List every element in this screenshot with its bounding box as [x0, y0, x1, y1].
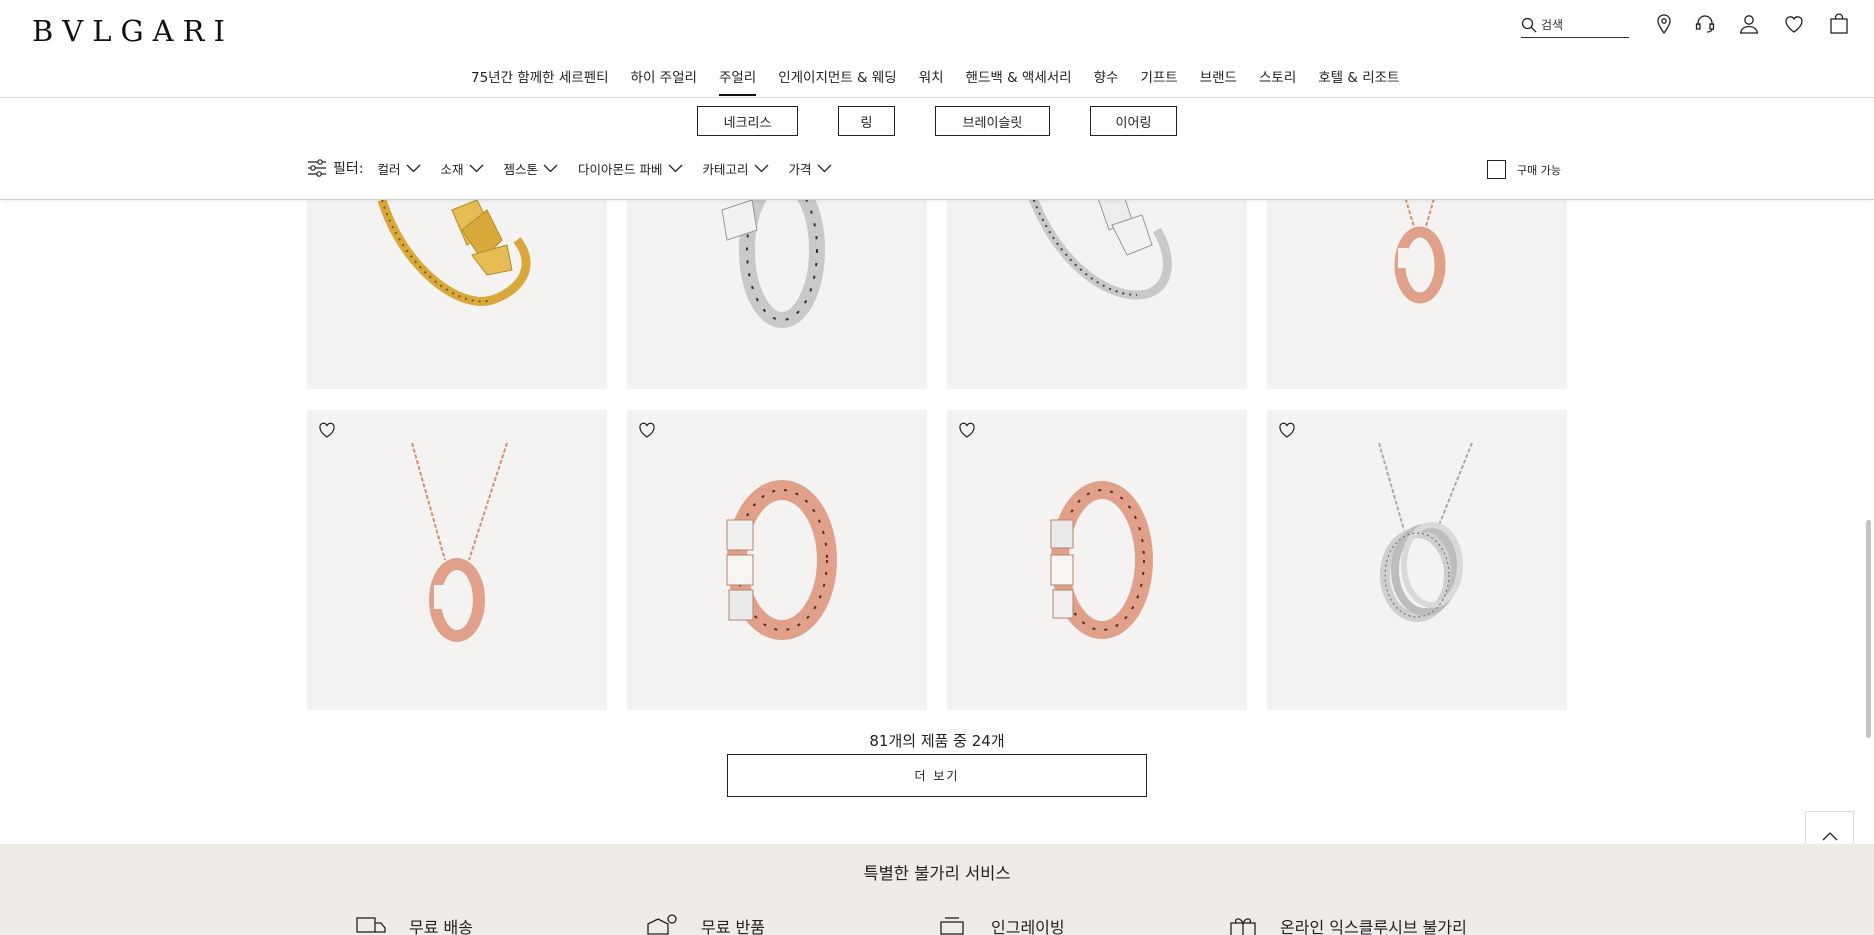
- filter-color-dropdown[interactable]: 컬러: [377, 159, 420, 178]
- page-scrollbar[interactable]: [1866, 520, 1871, 738]
- product-card[interactable]: [1267, 410, 1567, 710]
- category-filter-bar: 네크리스 링 브레이슬릿 이어링 필터: 컬러 소재 젬스톤 다이아몬드 파베 …: [0, 98, 1874, 200]
- purchasable-label: 구매 가능: [1517, 163, 1561, 177]
- services-title: 특별한 불가리 서비스: [863, 864, 1011, 883]
- search-icon: [1521, 17, 1537, 32]
- nav-item-jewelry[interactable]: 주얼리: [708, 60, 767, 98]
- load-more-button[interactable]: 더 보기: [727, 754, 1147, 797]
- product-card[interactable]: [947, 410, 1247, 710]
- delivery-truck-icon: [356, 917, 386, 933]
- chevron-down-icon: [817, 164, 832, 172]
- account-icon[interactable]: [1737, 12, 1761, 36]
- shopping-bag-icon[interactable]: [1827, 12, 1851, 36]
- wishlist-icon[interactable]: [1782, 12, 1806, 36]
- service-engraving-label: 인그레이빙: [991, 918, 1065, 935]
- chevron-down-icon: [668, 164, 682, 172]
- nav-item-fragrances[interactable]: 향수: [1083, 60, 1130, 98]
- filter-category-dropdown[interactable]: 카테고리: [703, 159, 769, 178]
- product-card[interactable]: [947, 170, 1247, 389]
- service-free-shipping-label: 무료 배송: [409, 918, 473, 935]
- product-card[interactable]: [307, 410, 607, 710]
- chevron-down-icon: [469, 164, 483, 172]
- product-card[interactable]: [307, 170, 607, 389]
- filter-gemstone-dropdown[interactable]: 젬스톤: [504, 159, 559, 178]
- nav-item-gifts[interactable]: 기프트: [1129, 60, 1188, 98]
- purchasable-filter[interactable]: 구매 가능: [1487, 160, 1561, 179]
- filter-price-label: 가격: [788, 161, 812, 177]
- nav-item-serpenti-75[interactable]: 75년간 함께한 세르펜티: [460, 60, 620, 98]
- return-box-icon: [647, 914, 677, 935]
- service-free-shipping[interactable]: 무료 배송: [355, 914, 473, 935]
- customer-service-icon[interactable]: [1693, 12, 1717, 36]
- chevron-down-icon: [406, 164, 420, 172]
- gold-serpenti-bracelet-image: [377, 198, 531, 306]
- nav-item-bags-accessories[interactable]: 핸드백 & 액세서리: [955, 60, 1083, 98]
- product-card[interactable]: [627, 410, 927, 710]
- white-gold-serpenti-pave-pendant-image: [1378, 442, 1473, 622]
- purchasable-checkbox[interactable]: [1487, 160, 1506, 179]
- white-gold-serpenti-ring-image: [721, 172, 825, 328]
- filter-category-label: 카테고리: [702, 161, 749, 177]
- service-free-returns[interactable]: 무료 반품: [645, 914, 765, 935]
- rose-gold-serpenti-necklace-image: [1394, 170, 1446, 304]
- product-card[interactable]: [627, 170, 927, 389]
- services-section: 특별한 불가리 서비스 무료 배송 무료 반품 인그레이빙 온라인 익스클루시브…: [0, 844, 1874, 935]
- gift-icon: [1230, 918, 1256, 935]
- nav-item-hotels-resorts[interactable]: 호텔 & 리조트: [1307, 60, 1410, 98]
- nav-item-engagement-wedding[interactable]: 인게이지먼트 & 웨딩: [767, 60, 907, 98]
- category-chip-bracelets[interactable]: 브레이슬릿: [935, 106, 1050, 136]
- rose-gold-serpenti-pave-ring-image: [726, 480, 837, 640]
- service-online-exclusive-label: 온라인 익스클루시브 불가리: [1280, 918, 1467, 935]
- nav-item-brand[interactable]: 브랜드: [1189, 60, 1248, 98]
- filter-diamond-pave-label: 다이아몬드 파베: [578, 161, 663, 177]
- filter-label: 필터:: [333, 161, 364, 177]
- nav-item-high-jewelry[interactable]: 하이 주얼리: [620, 60, 708, 98]
- category-chip-necklaces[interactable]: 네크리스: [697, 106, 798, 136]
- product-count-text: 81개의 제품 중 24개: [869, 732, 1005, 750]
- filter-gemstone-label: 젬스톤: [503, 161, 539, 177]
- chevron-up-icon: [1822, 831, 1837, 840]
- site-header: BVLGARI 검색 75년간 함께한 세르펜티 하이 주얼리 주얼리 인게이지…: [0, 0, 1874, 98]
- rose-gold-serpenti-ring-image: [1050, 481, 1153, 639]
- rose-gold-serpenti-pendant-necklace-image: [411, 442, 508, 642]
- service-online-exclusive[interactable]: 온라인 익스클루시브 불가리: [1228, 914, 1467, 935]
- main-navigation: 75년간 함께한 세르펜티 하이 주얼리 주얼리 인게이지먼트 & 웨딩 워치 …: [0, 60, 1874, 98]
- filter-material-dropdown[interactable]: 소재: [441, 159, 484, 178]
- category-chip-earrings[interactable]: 이어링: [1090, 106, 1177, 136]
- filter-price-dropdown[interactable]: 가격: [789, 159, 832, 178]
- store-locator-icon[interactable]: [1652, 12, 1676, 36]
- filter-diamond-pave-dropdown[interactable]: 다이아몬드 파베: [578, 159, 682, 178]
- filter-color-label: 컬러: [377, 161, 401, 177]
- service-free-returns-label: 무료 반품: [701, 918, 765, 935]
- bvlgari-logo[interactable]: BVLGARI: [32, 14, 234, 48]
- nav-item-watches[interactable]: 워치: [908, 60, 955, 98]
- chevron-down-icon: [543, 164, 558, 172]
- search-placeholder: 검색: [1541, 18, 1564, 32]
- engraving-icon: [940, 917, 964, 935]
- filter-sliders-icon[interactable]: [307, 158, 327, 178]
- product-card[interactable]: [1267, 170, 1567, 389]
- nav-item-stories[interactable]: 스토리: [1248, 60, 1307, 98]
- category-chip-rings[interactable]: 링: [838, 106, 895, 136]
- chevron-down-icon: [754, 164, 768, 172]
- white-gold-serpenti-bracelet-image: [1022, 178, 1172, 300]
- service-engraving[interactable]: 인그레이빙: [937, 914, 1065, 935]
- search-field[interactable]: 검색: [1521, 12, 1629, 38]
- filter-material-label: 소재: [440, 161, 464, 177]
- filter-row: 필터: 컬러 소재 젬스톤 다이아몬드 파베 카테고리 가격: [307, 156, 852, 180]
